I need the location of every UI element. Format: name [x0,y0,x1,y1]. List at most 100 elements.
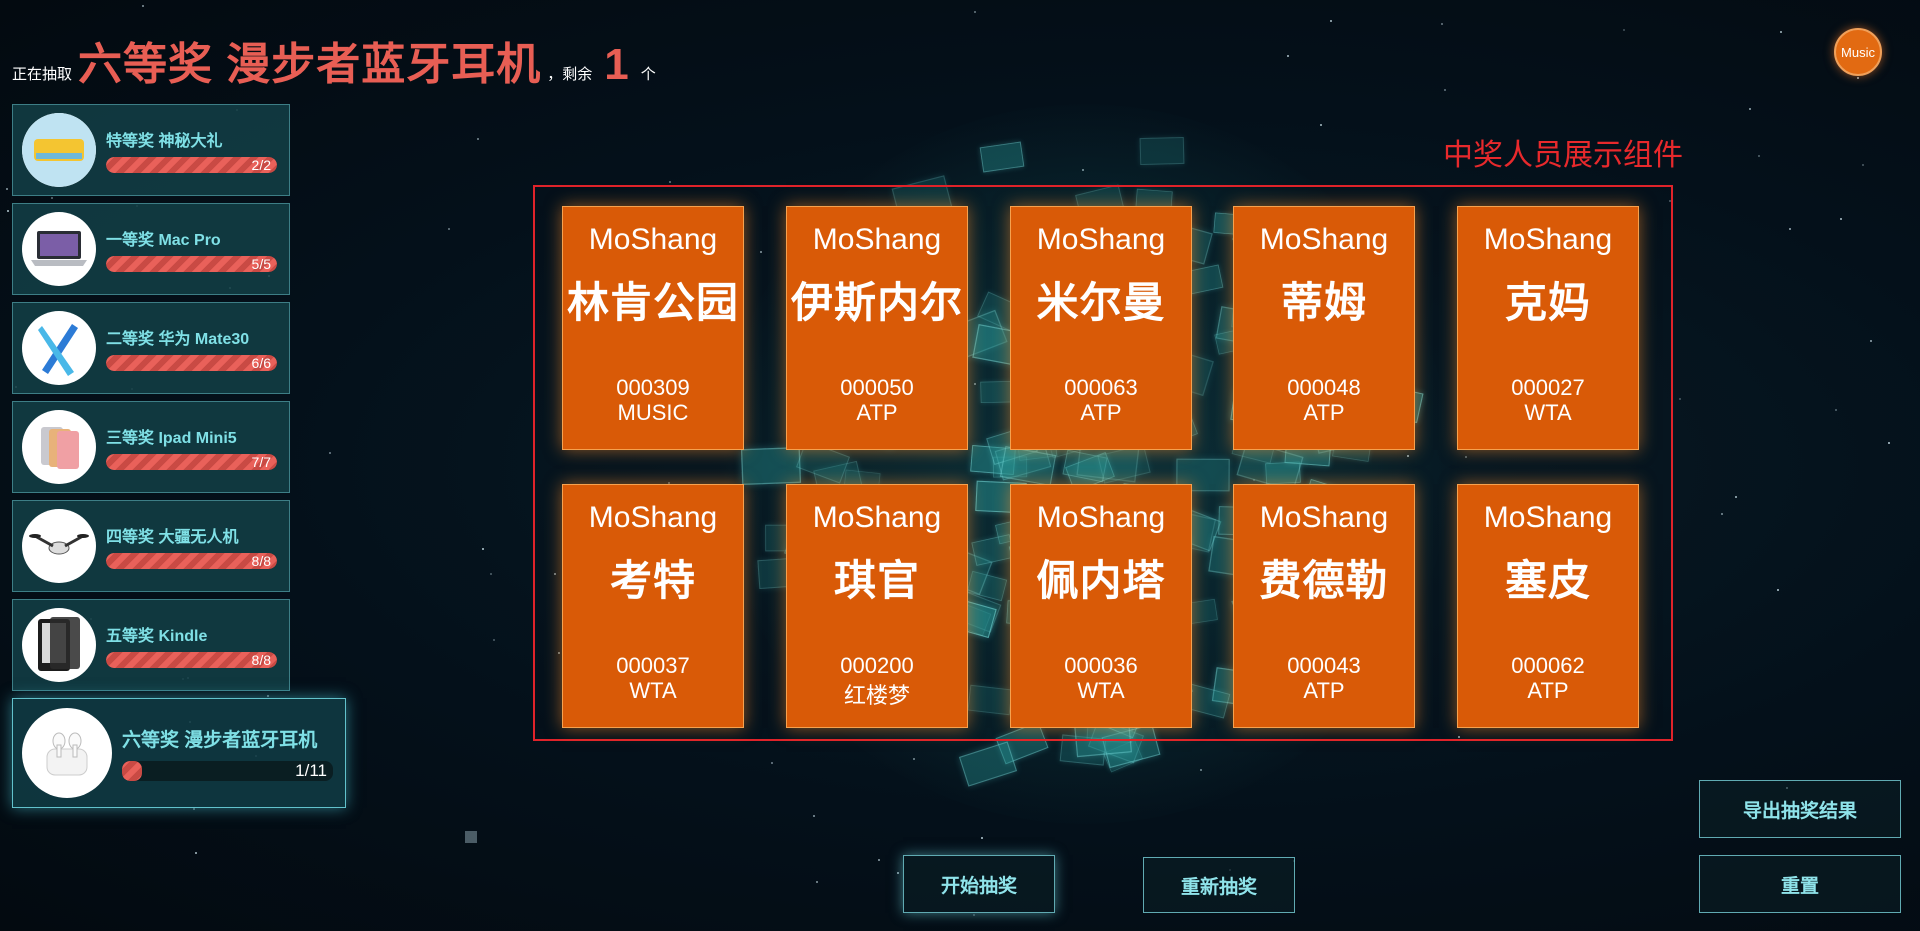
winner-id: 000036 [1064,653,1138,678]
drawing-label: 正在抽取 [12,66,73,83]
winner-id: 000063 [1064,375,1138,400]
current-prize-title: 六等奖 漫步者蓝牙耳机 [78,40,542,89]
winner-name: 林肯公园 [566,279,739,326]
star [1840,217,1843,220]
winner-department: ATP [856,400,898,425]
star [1834,409,1837,412]
prize-progress-bar: 8/8 [106,553,277,569]
winner-department: MUSIC [617,400,689,425]
star [1779,31,1782,34]
winner-department: ATP [1303,400,1345,425]
ereader-icon [22,608,96,682]
prize-progress-bar: 6/6 [106,355,277,371]
reset-button[interactable]: 重置 [1699,855,1901,913]
prize-progress-bar: 2/2 [106,157,277,173]
winner-department: WTA [1524,400,1572,425]
prize-title: 一等奖 Mac Pro [106,232,221,249]
winner-id: 000037 [616,653,690,678]
winner-card: MoShang 蒂姆 000048 ATP [1233,206,1415,450]
winner-id: 000062 [1511,653,1585,678]
star [448,227,451,230]
prize-item-first[interactable]: 一等奖 Mac Pro 5/5 [12,203,290,295]
winner-card: MoShang 克妈 000027 WTA [1457,206,1639,450]
star [1861,164,1864,167]
winner-card: MoShang 费德勒 000043 ATP [1233,484,1415,728]
prize-title: 六等奖 漫步者蓝牙耳机 [122,730,318,751]
laptop-icon [22,212,96,286]
star [812,814,815,817]
start-draw-button[interactable]: 开始抽奖 [903,855,1055,913]
sphere-tile [1139,136,1184,165]
winner-name: 蒂姆 [1280,279,1367,326]
star [1888,442,1891,445]
phone-icon [22,311,96,385]
winner-department: ATP [1080,400,1122,425]
winner-card: MoShang 佩内塔 000036 WTA [1010,484,1192,728]
prize-title: 二等奖 华为 Mate30 [106,331,250,348]
prize-progress-text: 8/8 [251,553,271,569]
winner-company: MoShang [588,501,718,534]
winner-id: 000050 [840,375,914,400]
star [490,573,493,576]
current-draw-header: 正在抽取 六等奖 漫步者蓝牙耳机 ，剩余 1 个 [12,28,656,92]
remaining-label: ，剩余 [547,66,593,83]
mystery-gift-icon [22,113,96,187]
winner-name: 考特 [609,557,696,604]
tablet-icon [22,410,96,484]
star [1721,512,1724,515]
winner-name: 费德勒 [1259,557,1389,604]
star [815,880,818,883]
winners-component-annotation: 中奖人员展示组件 [1443,139,1683,172]
prize-progress-bar: 1/11 [122,761,333,781]
star [1330,19,1333,22]
music-toggle-button[interactable]: Music [1834,28,1882,76]
winner-department: ATP [1303,678,1345,703]
star [1748,108,1751,111]
export-results-button[interactable]: 导出抽奖结果 [1699,780,1901,838]
winner-name: 米尔曼 [1036,279,1166,326]
prize-list: 特等奖 神秘大礼 2/2 一等奖 Mac Pro 5/5 二等奖 华为 Mate… [12,104,346,815]
remaining-unit: 个 [640,66,656,83]
winner-company: MoShang [812,501,942,534]
prize-item-third[interactable]: 三等奖 Ipad Mini5 7/7 [12,401,290,493]
star [878,858,881,861]
prize-progress-text: 7/7 [251,454,271,470]
star [6,210,9,213]
winner-name: 塞皮 [1504,557,1591,604]
prize-progress-text: 5/5 [251,256,271,272]
prize-title: 三等奖 Ipad Mini5 [106,430,237,447]
winner-name: 克妈 [1504,279,1591,326]
winner-card: MoShang 米尔曼 000063 ATP [1010,206,1192,450]
winner-department: WTA [629,678,677,703]
star [980,836,983,839]
prize-progress-bar: 5/5 [106,256,277,272]
winner-id: 000048 [1287,375,1361,400]
star [1869,339,1872,342]
prize-progress-bar: 8/8 [106,652,277,668]
winner-company: MoShang [1483,223,1613,256]
prize-item-special[interactable]: 特等奖 神秘大礼 2/2 [12,104,290,196]
star [1788,228,1791,231]
star [481,548,484,551]
prize-item-second[interactable]: 二等奖 华为 Mate30 6/6 [12,302,290,394]
prize-progress-bar: 7/7 [106,454,277,470]
redraw-button[interactable]: 重新抽奖 [1143,857,1295,913]
lottery-stage: 正在抽取 六等奖 漫步者蓝牙耳机 ，剩余 1 个 Music 特等奖 神秘大礼 … [0,0,1920,931]
winner-id: 000200 [840,653,914,678]
prize-item-sixth-active[interactable]: 六等奖 漫步者蓝牙耳机 1/11 [12,698,346,808]
winner-department: 红楼梦 [843,683,910,708]
star [1735,496,1738,499]
winner-department: ATP [1527,678,1569,703]
star [1758,155,1761,158]
star [493,638,496,641]
decorative-square [465,831,477,843]
prize-title: 特等奖 神秘大礼 [106,133,223,150]
winner-company: MoShang [1036,223,1166,256]
winner-company: MoShang [1036,501,1166,534]
prize-item-fifth[interactable]: 五等奖 Kindle 8/8 [12,599,290,691]
winner-id: 000027 [1511,375,1585,400]
star [477,137,480,140]
star [897,872,900,875]
prize-item-fourth[interactable]: 四等奖 大疆无人机 8/8 [12,500,290,592]
winner-card: MoShang 林肯公园 000309 MUSIC [562,206,744,450]
